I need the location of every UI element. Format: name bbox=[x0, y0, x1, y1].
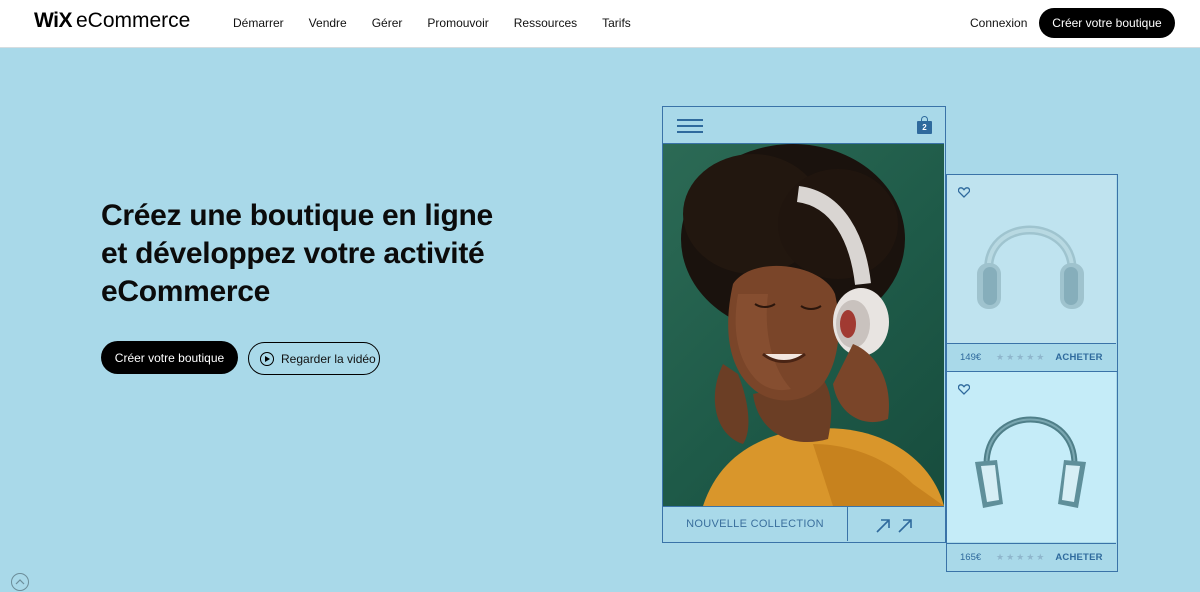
product-price: 165€ bbox=[960, 552, 982, 563]
buy-button[interactable]: ACHETER bbox=[1055, 552, 1102, 563]
site-header: WiX eCommerce Démarrer Vendre Gérer Promo… bbox=[0, 0, 1200, 48]
menu-icon bbox=[677, 119, 703, 133]
heart-icon[interactable] bbox=[958, 187, 970, 198]
create-store-header-button[interactable]: Créer votre boutique bbox=[1039, 8, 1175, 38]
nav-item-promouvoir[interactable]: Promouvoir bbox=[427, 16, 488, 30]
scroll-to-top-button[interactable] bbox=[11, 573, 29, 591]
hero-title: Créez une boutique en ligne et développe… bbox=[101, 199, 493, 308]
product-footer: 165€ ★★★★★ ACHETER bbox=[947, 543, 1116, 571]
product-card[interactable]: 165€ ★★★★★ ACHETER bbox=[946, 372, 1118, 572]
nav-item-demarrer[interactable]: Démarrer bbox=[233, 16, 284, 30]
headphones-image bbox=[947, 175, 1116, 343]
arrow-up-right-icon[interactable] bbox=[875, 517, 915, 533]
create-store-button[interactable]: Créer votre boutique bbox=[101, 341, 238, 374]
rating-stars: ★★★★★ bbox=[996, 552, 1047, 562]
mockup-top-bar: 2 bbox=[663, 107, 944, 144]
main-nav: Démarrer Vendre Gérer Promouvoir Ressour… bbox=[233, 16, 656, 30]
play-icon bbox=[260, 351, 274, 366]
chevron-up-icon bbox=[15, 579, 25, 585]
nav-item-vendre[interactable]: Vendre bbox=[309, 16, 347, 30]
heart-icon[interactable] bbox=[958, 384, 970, 395]
product-price: 149€ bbox=[960, 352, 982, 363]
watch-video-label: Regarder la vidéo bbox=[281, 351, 376, 366]
nav-item-ressources[interactable]: Ressources bbox=[514, 16, 577, 30]
cart-count: 2 bbox=[917, 121, 932, 134]
mockup-bottom-bar: NOUVELLE COLLECTION bbox=[663, 506, 944, 542]
logo-product: eCommerce bbox=[75, 9, 191, 32]
shopping-bag-icon: 2 bbox=[917, 116, 932, 134]
product-footer: 149€ ★★★★★ ACHETER bbox=[947, 343, 1116, 371]
watch-video-button[interactable]: Regarder la vidéo bbox=[248, 342, 380, 375]
nav-item-gerer[interactable]: Gérer bbox=[372, 16, 403, 30]
woman-with-headphones-image bbox=[663, 144, 944, 506]
nav-item-tarifs[interactable]: Tarifs bbox=[602, 16, 631, 30]
headphones-image bbox=[947, 372, 1116, 542]
login-link[interactable]: Connexion bbox=[970, 16, 1027, 30]
store-mockup: 2 NOUVELLE COLLECTION bbox=[662, 106, 946, 543]
buy-button[interactable]: ACHETER bbox=[1055, 352, 1102, 363]
new-collection-label[interactable]: NOUVELLE COLLECTION bbox=[663, 507, 848, 541]
product-card[interactable]: 149€ ★★★★★ ACHETER bbox=[946, 174, 1118, 372]
rating-stars: ★★★★★ bbox=[996, 352, 1047, 362]
logo-brand: WiX bbox=[34, 9, 72, 32]
wix-ecommerce-logo[interactable]: WiX eCommerce bbox=[34, 10, 190, 32]
